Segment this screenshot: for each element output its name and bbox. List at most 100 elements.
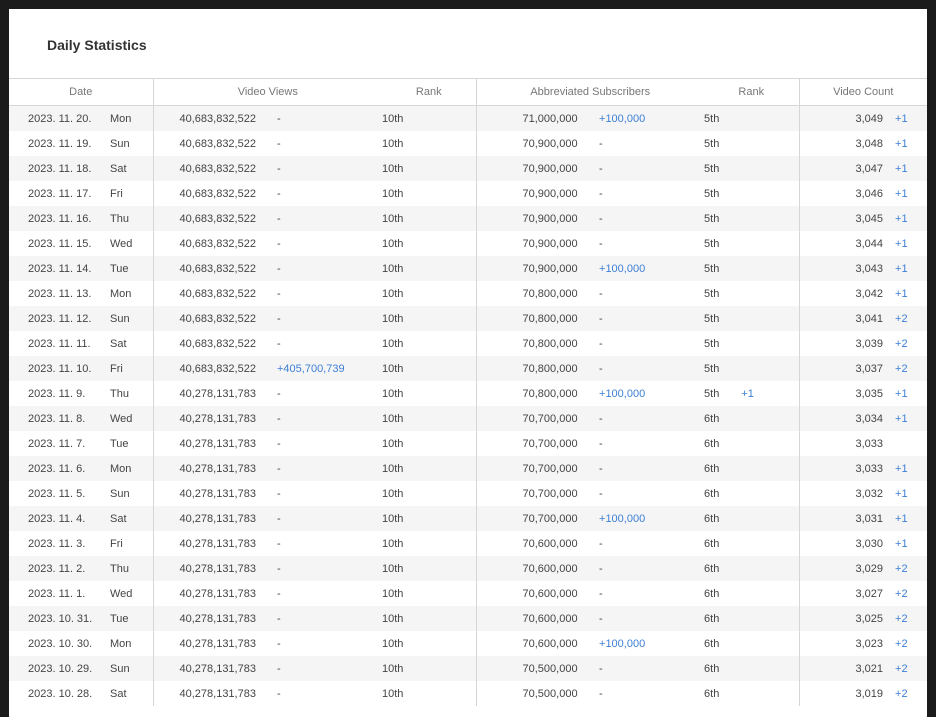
table-row: 2023. 11. 17. Fri 40,683,832,522-10th 70,90… xyxy=(9,181,927,206)
subscribers-cell: 70,900,000 xyxy=(475,156,600,181)
column-header-subscriber-rank[interactable]: Rank xyxy=(704,78,800,106)
views-rank-cell: 10th xyxy=(382,431,477,456)
weekday-cell: Thu xyxy=(110,206,153,231)
table-row: 2023. 11. 2. Thu 40,278,131,783-10th 70,600… xyxy=(9,556,927,581)
table-row: 2023. 10. 29. Sun 40,278,131,783-10th 70,50… xyxy=(9,656,927,681)
video-views-change-cell: - xyxy=(277,156,383,181)
video-count-change-cell: +1 xyxy=(883,181,927,206)
daily-statistics-table: Date Video Views Rank Abbreviated Subscr… xyxy=(9,78,927,706)
subscribers-change-cell: - xyxy=(599,581,705,606)
views-rank-cell: 10th xyxy=(382,606,477,631)
weekday-cell: Mon xyxy=(110,456,153,481)
video-count-change-cell: +1 xyxy=(883,256,927,281)
subscriber-rank-value: 6th xyxy=(704,612,720,625)
page-title: Daily Statistics xyxy=(47,37,147,53)
subscribers-change-cell: - xyxy=(599,331,705,356)
table-row: 2023. 11. 16. Thu 40,683,832,522-10th 70,90… xyxy=(9,206,927,231)
table-row: 2023. 11. 9. Thu 40,278,131,783-10th 70,800… xyxy=(9,381,927,406)
column-header-subscribers[interactable]: Abbreviated Subscribers xyxy=(475,78,705,106)
video-count-cell: 3,033 xyxy=(798,431,884,456)
subscriber-rank-cell: 6th xyxy=(704,606,800,631)
subscribers-cell: 70,500,000 xyxy=(475,656,600,681)
video-count-cell: 3,039 xyxy=(798,331,884,356)
subscribers-cell: 70,900,000 xyxy=(475,206,600,231)
subscribers-change-cell: +100,000 xyxy=(599,105,705,131)
subscriber-rank-cell: 5th xyxy=(704,281,800,306)
video-count-cell: 3,035 xyxy=(798,381,884,406)
weekday-cell: Thu xyxy=(110,556,153,581)
video-count-change-cell: +2 xyxy=(883,306,927,331)
subscriber-rank-value: 6th xyxy=(704,662,720,675)
subscriber-rank-value: 5th xyxy=(704,287,720,300)
column-header-video-count[interactable]: Video Count xyxy=(798,78,927,106)
weekday-cell: Sat xyxy=(110,681,153,706)
video-count-change-cell: +1 xyxy=(883,105,927,131)
video-views-change-cell: - xyxy=(277,381,383,406)
column-header-date[interactable]: Date xyxy=(9,78,153,106)
subscribers-cell: 70,800,000 xyxy=(475,306,600,331)
weekday-cell: Sat xyxy=(110,506,153,531)
subscriber-rank-value: 5th xyxy=(704,312,720,325)
video-count-change-cell: +1 xyxy=(883,156,927,181)
video-views-change-cell: - xyxy=(277,456,383,481)
subscriber-rank-value: 5th xyxy=(704,112,720,125)
table-row: 2023. 11. 8. Wed 40,278,131,783-10th 70,700… xyxy=(9,406,927,431)
video-views-change-cell: - xyxy=(277,331,383,356)
views-rank-cell: 10th xyxy=(382,556,477,581)
subscriber-rank-value: 5th xyxy=(704,212,720,225)
video-views-change-cell: - xyxy=(277,606,383,631)
subscribers-change-cell: - xyxy=(599,556,705,581)
subscriber-rank-cell: 6th xyxy=(704,406,800,431)
subscribers-change-cell: - xyxy=(599,306,705,331)
video-views-cell: 40,278,131,783 xyxy=(152,456,277,481)
table-row: 2023. 11. 3. Fri 40,278,131,783-10th 70,600… xyxy=(9,531,927,556)
video-views-cell: 40,278,131,783 xyxy=(152,506,277,531)
subscriber-rank-cell: 5th xyxy=(704,256,800,281)
subscribers-cell: 70,600,000 xyxy=(475,581,600,606)
weekday-cell: Wed xyxy=(110,231,153,256)
weekday-cell: Sun xyxy=(110,306,153,331)
video-views-change-cell: - xyxy=(277,131,383,156)
video-count-change-cell: +1 xyxy=(883,231,927,256)
date-cell: 2023. 11. 5. xyxy=(9,481,110,506)
subscriber-rank-value: 5th xyxy=(704,262,720,275)
subscribers-change-cell: - xyxy=(599,456,705,481)
date-cell: 2023. 11. 12. xyxy=(9,306,110,331)
subscriber-rank-cell: 6th xyxy=(704,581,800,606)
views-rank-cell: 10th xyxy=(382,181,477,206)
views-rank-cell: 10th xyxy=(382,156,477,181)
subscriber-rank-cell: 5th xyxy=(704,306,800,331)
table-row: 2023. 11. 11. Sat 40,683,832,522-10th 70,80… xyxy=(9,331,927,356)
weekday-cell: Mon xyxy=(110,281,153,306)
subscribers-cell: 70,600,000 xyxy=(475,531,600,556)
subscribers-change-cell: - xyxy=(599,681,705,706)
subscribers-change-cell: - xyxy=(599,606,705,631)
date-cell: 2023. 11. 2. xyxy=(9,556,110,581)
date-cell: 2023. 11. 20. xyxy=(9,105,110,131)
video-count-cell: 3,043 xyxy=(798,256,884,281)
views-rank-cell: 10th xyxy=(382,381,477,406)
video-count-cell: 3,030 xyxy=(798,531,884,556)
video-views-change-cell: - xyxy=(277,631,383,656)
video-views-change-cell: - xyxy=(277,181,383,206)
video-count-change-cell: +2 xyxy=(883,606,927,631)
subscribers-change-cell: - xyxy=(599,281,705,306)
subscribers-cell: 70,800,000 xyxy=(475,356,600,381)
table-row: 2023. 11. 20. Mon 40,683,832,522-10th 71,00… xyxy=(9,105,927,131)
video-views-cell: 40,278,131,783 xyxy=(152,556,277,581)
subscriber-rank-value: 6th xyxy=(704,512,720,525)
column-header-rank[interactable]: Rank xyxy=(382,78,477,106)
video-views-change-cell: - xyxy=(277,506,383,531)
video-views-change-cell: - xyxy=(277,231,383,256)
views-rank-cell: 10th xyxy=(382,406,477,431)
subscriber-rank-cell: 6th xyxy=(704,681,800,706)
subscribers-cell: 70,600,000 xyxy=(475,606,600,631)
column-header-video-views[interactable]: Video Views xyxy=(152,78,383,106)
video-count-cell: 3,027 xyxy=(798,581,884,606)
subscribers-cell: 70,900,000 xyxy=(475,181,600,206)
video-views-change-cell: - xyxy=(277,105,383,131)
video-count-cell: 3,029 xyxy=(798,556,884,581)
subscribers-change-cell: +100,000 xyxy=(599,506,705,531)
video-count-cell: 3,047 xyxy=(798,156,884,181)
views-rank-cell: 10th xyxy=(382,631,477,656)
